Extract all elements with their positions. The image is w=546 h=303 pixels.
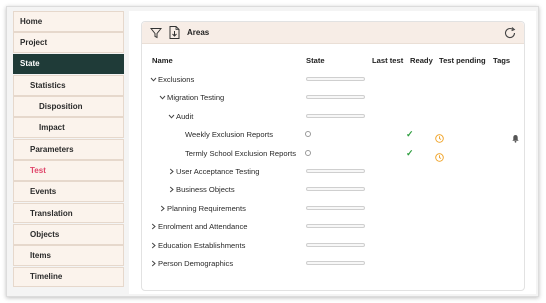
chevron-right-icon[interactable] [149,256,157,271]
tree-row[interactable]: Exclusions [142,72,526,87]
state-progress-bar [306,242,365,247]
chevron-right-icon[interactable] [149,219,157,234]
tree-row-label: Business Objects [176,185,235,195]
ready-check-icon: ✓ [406,129,414,140]
sidebar-nav: Home Project State Statistics Disposition Imp… [13,11,124,294]
sidebar-item-items[interactable]: Items [13,245,124,267]
sidebar-item-parameters[interactable]: Parameters [13,138,124,160]
filter-icon[interactable] [149,26,163,40]
sidebar-item-timeline[interactable]: Timeline [13,266,124,288]
sidebar-item-project[interactable]: Project [13,32,124,54]
state-progress-bar [306,261,365,265]
column-header-last-test[interactable]: Last test [372,56,403,65]
tree-row-label: Person Demographics [158,259,234,268]
tree-row[interactable]: Planning Requirements [142,201,526,216]
tree-row-label: Planning Requirements [167,203,246,213]
bell-icon[interactable] [511,130,520,143]
sidebar-item-disposition[interactable]: Disposition [13,96,124,117]
tree-row-label: Termly School Exclusion Reports [185,148,296,158]
state-progress-bar [306,224,365,229]
tree-row-label: Audit [176,111,194,121]
ready-check-icon: ✓ [406,147,414,158]
state-progress-bar [306,113,365,118]
state-progress-bar [306,77,365,81]
tree-row-label: Migration Testing [167,93,225,103]
tree-row[interactable]: Migration Testing [142,90,526,105]
chevron-right-icon[interactable] [167,182,175,197]
sidebar-item-test[interactable]: Test [13,160,124,181]
app-window: Home Project State Statistics Disposition Imp… [6,6,539,297]
state-progress-bar [306,187,365,192]
pending-clock-icon [435,149,444,162]
column-header-ready[interactable]: Ready [410,56,433,65]
tree-row[interactable]: Termly School Exclusion Reports ✓ [142,146,526,162]
state-progress-bar [306,205,365,210]
main-content: Areas Name State Last test Ready Test pe… [129,11,536,294]
tree-row-label: Education Establishments [158,240,246,250]
file-export-icon[interactable] [167,26,181,40]
chevron-down-icon[interactable] [149,72,157,87]
tree-row-label: Exclusions [158,75,195,84]
sidebar-item-impact[interactable]: Impact [13,117,124,139]
tree-row-label: Weekly Exclusion Reports [185,130,274,140]
tree-row-label: User Acceptance Testing [176,167,260,176]
chevron-down-icon[interactable] [158,90,166,105]
tree-row[interactable]: Enrolment and Attendance [142,219,526,234]
tree-row[interactable]: Audit [142,109,526,124]
areas-panel: Areas Name State Last test Ready Test pe… [141,21,525,291]
chevron-down-icon[interactable] [167,109,175,124]
sidebar-item-home[interactable]: Home [13,11,124,32]
panel-title: Areas [187,28,210,37]
column-header-test-pending[interactable]: Test pending [439,56,486,65]
tree-row[interactable]: User Acceptance Testing [142,164,526,179]
state-indicator-circle [305,131,311,138]
state-progress-bar [306,169,365,173]
sidebar-item-translation[interactable]: Translation [13,202,124,224]
column-header-state[interactable]: State [306,56,325,65]
chevron-right-icon[interactable] [158,201,166,216]
sidebar-item-statistics[interactable]: Statistics [13,74,124,96]
column-header-name[interactable]: Name [152,56,173,65]
tree-row[interactable]: Weekly Exclusion Reports ✓ [142,127,526,143]
sidebar-item-state[interactable]: State [13,53,124,75]
chevron-right-icon[interactable] [167,164,175,179]
tree-row[interactable]: Business Objects [142,182,526,197]
tree-row[interactable]: Person Demographics [142,256,526,271]
column-header-tags[interactable]: Tags [493,56,510,65]
chevron-right-icon[interactable] [149,238,157,253]
tree-row[interactable]: Education Establishments [142,238,526,253]
refresh-icon[interactable] [503,26,517,40]
tree-row-label: Enrolment and Attendance [158,222,248,232]
sidebar-item-events[interactable]: Events [13,181,124,203]
sidebar-item-objects[interactable]: Objects [13,223,124,245]
pending-clock-icon [435,130,444,143]
panel-toolbar: Areas [142,22,524,44]
state-indicator-circle [305,149,311,156]
state-progress-bar [306,95,365,100]
